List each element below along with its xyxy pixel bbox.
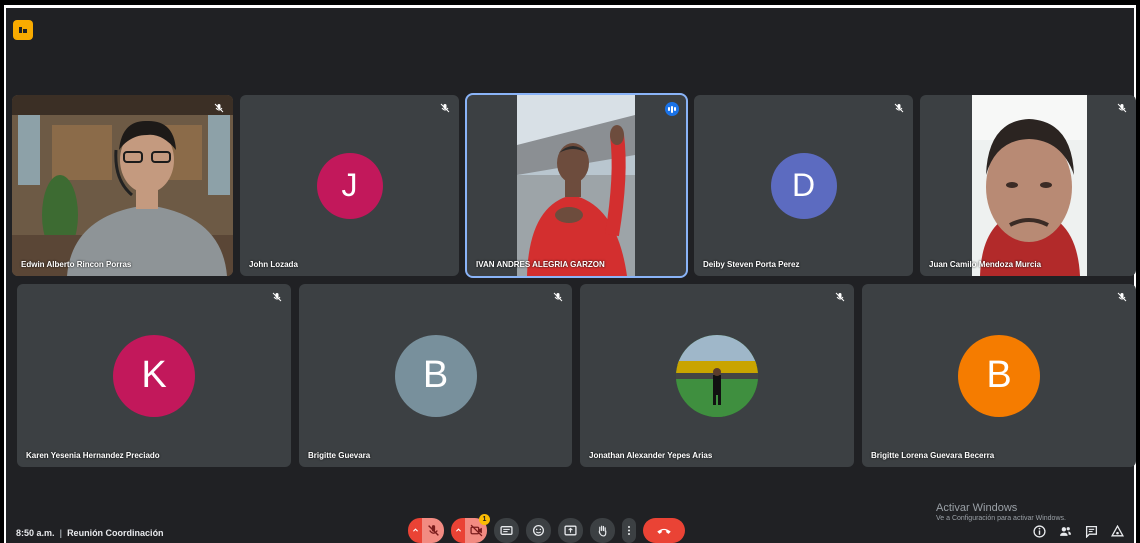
info-icon[interactable] xyxy=(1032,524,1046,538)
participant-name: Brigitte Guevara xyxy=(308,451,371,460)
participant-video xyxy=(972,95,1087,276)
chat-icon[interactable] xyxy=(1084,524,1098,538)
raise-hand-icon xyxy=(598,525,607,537)
avatar: J xyxy=(316,152,383,219)
meeting-name: Reunión Coordinación xyxy=(67,528,164,538)
participant-tile[interactable]: Juan Camilo Mendoza Murcia xyxy=(920,95,1136,276)
participant-name: Edwin Alberto Rincon Porras xyxy=(21,260,132,269)
participant-name: Jonathan Alexander Yepes Arias xyxy=(589,451,713,460)
more-options-icon xyxy=(628,526,630,535)
participant-tile[interactable]: B Brigitte Lorena Guevara Becerra xyxy=(862,284,1136,467)
people-icon[interactable] xyxy=(1058,524,1072,538)
present-icon xyxy=(564,525,577,536)
speaking-indicator-icon xyxy=(665,102,679,116)
avatar-photo xyxy=(676,334,758,417)
mic-off-icon xyxy=(440,103,450,113)
participant-name: IVAN ANDRES ALEGRIA GARZON xyxy=(476,260,605,269)
participant-video xyxy=(517,95,635,276)
call-controls: 1 xyxy=(408,514,685,543)
windows-activation-watermark: Activar Windows Ve a Configuración para … xyxy=(936,502,1066,522)
avatar: B xyxy=(394,334,477,417)
participant-tile[interactable]: D Deiby Steven Porta Perez xyxy=(694,95,913,276)
more-options-button[interactable] xyxy=(622,518,636,543)
present-button[interactable] xyxy=(558,518,583,543)
raise-hand-button[interactable] xyxy=(590,518,615,543)
participant-name: Deiby Steven Porta Perez xyxy=(703,260,800,269)
watermark-subtitle: Ve a Configuración para activar Windows. xyxy=(936,515,1066,522)
participant-name: Karen Yesenia Hernandez Preciado xyxy=(26,451,160,460)
captions-button[interactable] xyxy=(494,518,519,543)
mic-control xyxy=(408,518,444,543)
meeting-info: 8:50 a.m. | Reunión Coordinación xyxy=(16,528,164,538)
participant-name: John Lozada xyxy=(249,260,298,269)
side-panel-tools xyxy=(1032,524,1124,538)
mic-off-icon xyxy=(553,292,563,302)
mic-off-icon xyxy=(1117,103,1127,113)
meeting-time: 8:50 a.m. xyxy=(16,528,55,538)
mic-off-icon xyxy=(835,292,845,302)
activities-icon[interactable] xyxy=(1110,524,1124,538)
emoji-icon xyxy=(532,524,545,537)
avatar: K xyxy=(113,334,195,417)
avatar: B xyxy=(958,334,1040,417)
mic-off-icon xyxy=(214,103,224,113)
participant-name: Brigitte Lorena Guevara Becerra xyxy=(871,451,995,460)
notification-badge: 1 xyxy=(479,514,490,525)
mic-off-icon xyxy=(894,103,904,113)
meeting-info-separator: | xyxy=(59,528,63,538)
avatar: D xyxy=(770,152,837,219)
app-badge-icon[interactable] xyxy=(13,20,33,40)
mic-off-icon xyxy=(1117,292,1127,302)
mic-off-icon[interactable] xyxy=(422,518,444,543)
participant-tile[interactable]: Edwin Alberto Rincon Porras xyxy=(12,95,233,276)
participant-name: Juan Camilo Mendoza Murcia xyxy=(929,260,1042,269)
leave-call-button[interactable] xyxy=(643,518,685,543)
participant-tile[interactable]: J John Lozada xyxy=(240,95,459,276)
chevron-up-icon[interactable] xyxy=(408,518,422,543)
camera-control: 1 xyxy=(451,514,490,543)
watermark-title: Activar Windows xyxy=(936,502,1018,514)
mic-off-icon xyxy=(272,292,282,302)
emoji-button[interactable] xyxy=(526,518,551,543)
chevron-up-icon[interactable] xyxy=(451,518,465,543)
participant-tile[interactable]: K Karen Yesenia Hernandez Preciado xyxy=(17,284,291,467)
participant-video xyxy=(12,95,233,276)
participant-tile[interactable]: B Brigitte Guevara xyxy=(299,284,572,467)
participant-tile[interactable]: Jonathan Alexander Yepes Arias xyxy=(580,284,854,467)
participant-tile-active[interactable]: IVAN ANDRES ALEGRIA GARZON xyxy=(465,93,688,278)
captions-icon xyxy=(500,526,513,535)
leave-call-icon xyxy=(657,528,671,534)
